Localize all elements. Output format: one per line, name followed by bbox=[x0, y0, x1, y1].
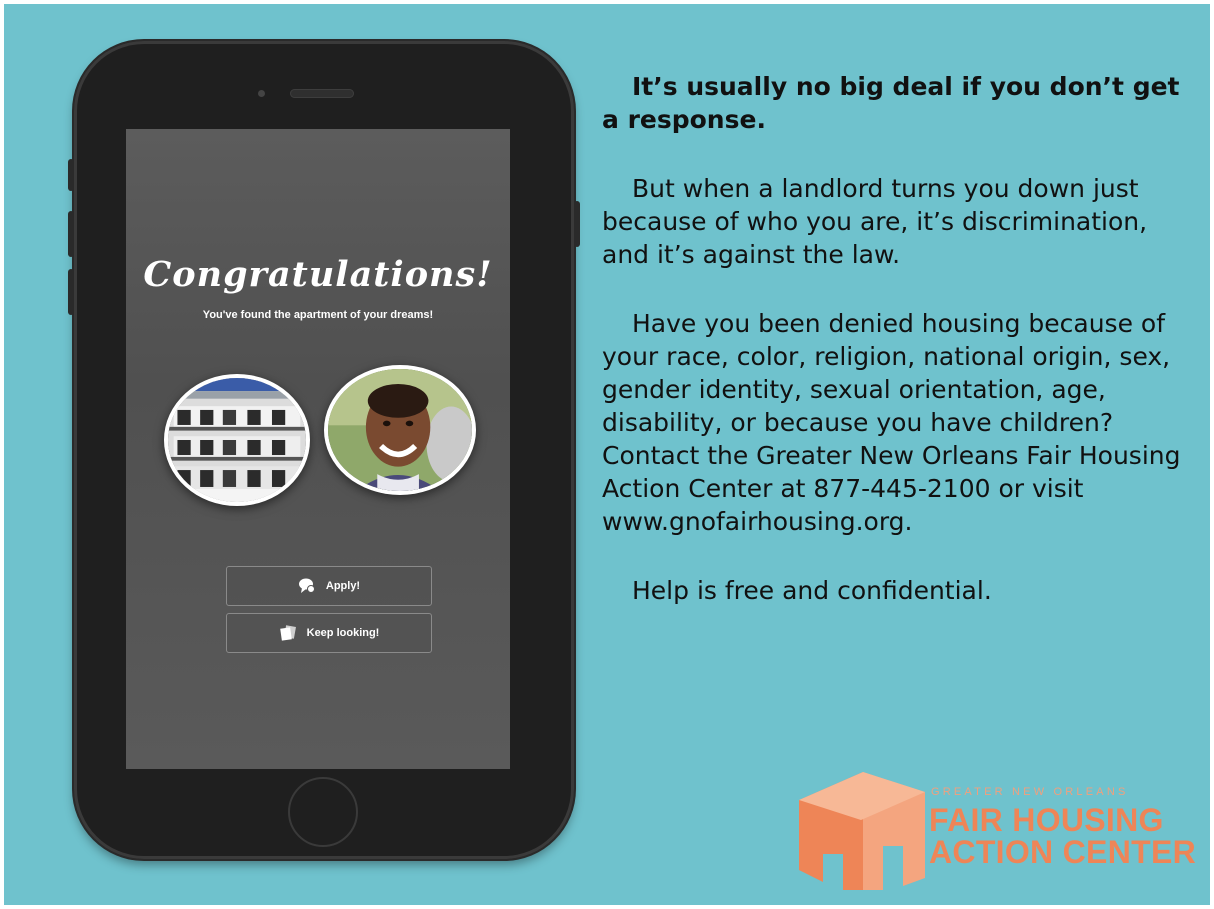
gno-fair-housing-logo: GREATER NEW ORLEANS FAIR HOUSING ACTION … bbox=[799, 762, 1196, 892]
lead-paragraph: It’s usually no big deal if you don’t ge… bbox=[602, 72, 1180, 134]
phone-screen: Congratulations! You've found the apartm… bbox=[126, 129, 510, 769]
house-logo-icon bbox=[799, 772, 925, 890]
keep-looking-button-label: Keep looking! bbox=[306, 627, 380, 639]
logo-tagline: GREATER NEW ORLEANS bbox=[931, 786, 1129, 798]
discrimination-paragraph: But when a landlord turns you down just … bbox=[602, 174, 1148, 269]
apply-button[interactable]: Apply! bbox=[226, 566, 432, 606]
contact-paragraph: Have you been denied housing because of … bbox=[602, 309, 1181, 536]
congratulations-heading: Congratulations! bbox=[143, 254, 493, 295]
front-camera bbox=[258, 90, 265, 97]
apply-button-label: Apply! bbox=[325, 580, 361, 592]
apartment-photo bbox=[164, 374, 310, 506]
phone-power-button bbox=[574, 201, 580, 247]
home-button bbox=[288, 777, 358, 847]
logo-line-2: ACTION CENTER bbox=[929, 834, 1197, 870]
cards-icon bbox=[279, 625, 296, 641]
poster: Congratulations! You've found the apartm… bbox=[4, 4, 1210, 905]
help-paragraph: Help is free and confidential. bbox=[632, 576, 992, 605]
message-text: It’s usually no big deal if you don’t ge… bbox=[602, 70, 1187, 643]
phone-volume-down bbox=[68, 269, 74, 315]
chat-bubble-icon bbox=[298, 578, 315, 593]
earpiece-speaker bbox=[290, 89, 354, 98]
phone-side-button bbox=[68, 159, 74, 191]
tenant-photo bbox=[324, 365, 476, 495]
phone-mockup: Congratulations! You've found the apartm… bbox=[68, 41, 580, 859]
keep-looking-button[interactable]: Keep looking! bbox=[226, 613, 432, 653]
phone-volume-up bbox=[68, 211, 74, 257]
logo-line-1: FAIR HOUSING bbox=[929, 802, 1164, 838]
congratulations-subtitle: You've found the apartment of your dream… bbox=[202, 309, 434, 321]
